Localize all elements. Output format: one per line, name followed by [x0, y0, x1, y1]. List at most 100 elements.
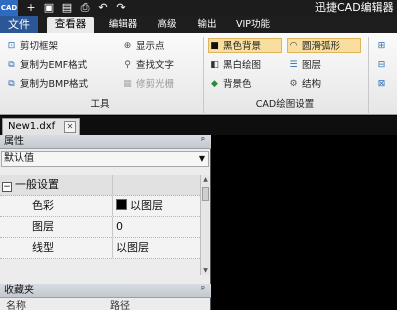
- smooth-arc-button[interactable]: ◠ 圆滑弧形: [287, 38, 361, 53]
- structure-icon: ⚙: [289, 79, 298, 89]
- property-row[interactable]: 图层 0: [0, 217, 200, 238]
- find-text-icon: ⚲: [124, 60, 131, 70]
- collapse-icon[interactable]: −: [2, 182, 12, 192]
- crop-frame-icon: ⊡: [7, 41, 16, 51]
- category-name: − 一般设置: [0, 175, 113, 195]
- tab-viewer[interactable]: 查看器: [47, 17, 94, 33]
- black-background-button[interactable]: ■ 黑色背景: [208, 38, 282, 53]
- properties-header: 属性 ᵖ: [0, 135, 211, 149]
- favorites-title: 收藏夹: [4, 285, 34, 296]
- copy-bmp-button[interactable]: ⧉ 复制为BMP格式: [6, 77, 88, 92]
- trim-raster-label: 修剪光栅: [136, 79, 175, 90]
- property-name: 色彩: [0, 196, 113, 216]
- layers-icon: ☰: [289, 60, 298, 70]
- copy-emf-label: 复制为EMF格式: [20, 60, 88, 71]
- print-icon[interactable]: ⎙: [78, 1, 92, 15]
- smooth-arc-icon: ◠: [289, 41, 298, 51]
- monochrome-icon: ◧: [210, 60, 219, 70]
- property-value[interactable]: 以图层: [116, 238, 149, 258]
- view-icon-3: ⊠: [377, 79, 386, 89]
- show-points-icon: ⊕: [123, 41, 132, 51]
- background-color-icon: ◆: [211, 79, 218, 89]
- favorites-header: 收藏夹 ᵖ: [0, 284, 211, 298]
- tab-editor[interactable]: 编辑器: [100, 17, 146, 33]
- property-value[interactable]: 以图层: [116, 196, 163, 216]
- tab-file[interactable]: 文件: [0, 16, 38, 33]
- black-background-icon: ■: [210, 41, 219, 51]
- view-button-1[interactable]: ⊞: [376, 39, 390, 54]
- window-title: 迅捷CAD编辑器: [315, 1, 394, 14]
- save-icon[interactable]: ▣: [42, 1, 56, 15]
- layers-button[interactable]: ☰ 图层: [288, 58, 321, 73]
- monochrome-button[interactable]: ◧ 黑白绘图: [209, 58, 261, 73]
- drawing-canvas[interactable]: [212, 135, 397, 310]
- show-points-label: 显示点: [136, 41, 165, 52]
- structure-button[interactable]: ⚙ 结构: [288, 77, 321, 92]
- properties-title: 属性: [4, 136, 24, 147]
- scroll-up-icon[interactable]: ▲: [201, 175, 210, 184]
- chevron-down-icon: ▼: [198, 154, 205, 163]
- copy-emf-button[interactable]: ⧉ 复制为EMF格式: [6, 58, 87, 73]
- properties-selector[interactable]: 默认值 ▼: [1, 151, 209, 167]
- copy-emf-icon: ⧉: [8, 60, 15, 70]
- view-icon-2: ⊟: [377, 60, 386, 70]
- menu-tab-bar: 文件 查看器 编辑器 高级 输出 VIP功能: [0, 16, 397, 33]
- pin-icon[interactable]: ᵖ: [201, 135, 205, 148]
- properties-selector-value: 默认值: [4, 153, 34, 164]
- tab-output[interactable]: 输出: [190, 17, 224, 33]
- property-value[interactable]: 0: [116, 217, 123, 237]
- properties-scrollbar[interactable]: ▲ ▼: [200, 175, 210, 275]
- color-value: 以图层: [130, 199, 163, 212]
- scroll-thumb[interactable]: [202, 187, 209, 201]
- background-color-label: 背景色: [223, 79, 252, 90]
- group-separator: [368, 37, 369, 113]
- document-tab-strip: New1.dxf ✕: [0, 116, 397, 135]
- view-icon-1: ⊞: [377, 41, 386, 51]
- find-text-label: 查找文字: [136, 60, 175, 71]
- category-label: 一般设置: [15, 178, 59, 191]
- close-icon[interactable]: ✕: [64, 121, 76, 133]
- trim-raster-icon: ▦: [123, 79, 132, 89]
- redo-icon[interactable]: ↷: [114, 1, 128, 15]
- copy-bmp-icon: ⧉: [8, 79, 15, 89]
- favorites-col-name[interactable]: 名称: [6, 300, 26, 310]
- color-swatch: [116, 199, 127, 210]
- property-name: 图层: [0, 217, 113, 237]
- view-button-3[interactable]: ⊠: [376, 77, 390, 92]
- undo-icon[interactable]: ↶: [96, 1, 110, 15]
- document-tab-label: New1.dxf: [8, 121, 56, 132]
- layers-label: 图层: [302, 60, 322, 71]
- ribbon: ⊡ 剪切框架 ⧉ 复制为EMF格式 ⧉ 复制为BMP格式 ⊕ 显示点 ⚲ 查找文…: [0, 33, 397, 115]
- view-button-2[interactable]: ⊟: [376, 58, 390, 73]
- scroll-down-icon[interactable]: ▼: [201, 266, 210, 275]
- tools-group-label: 工具: [90, 99, 110, 110]
- property-row[interactable]: 色彩 以图层: [0, 196, 200, 217]
- favorites-col-path[interactable]: 路径: [110, 300, 130, 310]
- property-row[interactable]: 线型 以图层: [0, 238, 200, 259]
- tab-advanced[interactable]: 高级: [150, 17, 184, 33]
- app-logo: CAD: [0, 0, 18, 16]
- title-bar: CAD + ▣ ▤ ⎙ ↶ ↷ 迅捷CAD编辑器: [0, 0, 397, 16]
- crop-frame-button[interactable]: ⊡ 剪切框架: [6, 39, 58, 54]
- smooth-arc-label: 圆滑弧形: [302, 41, 341, 52]
- find-text-button[interactable]: ⚲ 查找文字: [122, 58, 174, 73]
- category-row[interactable]: − 一般设置: [0, 175, 200, 196]
- structure-label: 结构: [302, 79, 322, 90]
- tab-vip[interactable]: VIP功能: [230, 17, 276, 33]
- monochrome-label: 黑白绘图: [223, 60, 262, 71]
- favorites-columns: 名称 路径: [0, 300, 200, 310]
- save-all-icon[interactable]: ▤: [60, 1, 74, 15]
- show-points-button[interactable]: ⊕ 显示点: [122, 39, 165, 54]
- trim-raster-button[interactable]: ▦ 修剪光栅: [122, 77, 174, 92]
- black-background-label: 黑色背景: [223, 41, 262, 52]
- plus-icon[interactable]: +: [24, 1, 38, 15]
- group-separator: [203, 37, 204, 113]
- property-name: 线型: [0, 238, 113, 258]
- properties-panel: 属性 ᵖ 默认值 ▼ − 一般设置 色彩 以图层 图层 0 线型 以图层 ▲ ▼ …: [0, 135, 211, 310]
- crop-frame-label: 剪切框架: [20, 41, 59, 52]
- cad-settings-group-label: CAD绘图设置: [255, 99, 315, 110]
- copy-bmp-label: 复制为BMP格式: [20, 79, 88, 90]
- document-tab[interactable]: New1.dxf ✕: [2, 118, 80, 135]
- background-color-button[interactable]: ◆ 背景色: [209, 77, 252, 92]
- pin-icon[interactable]: ᵖ: [201, 284, 205, 297]
